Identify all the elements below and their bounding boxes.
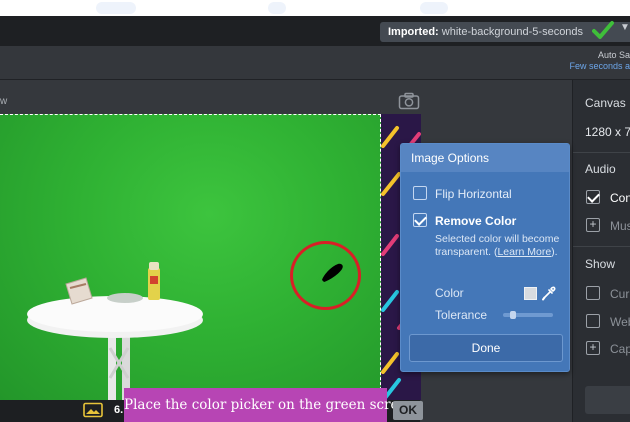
selection-border [0,114,381,115]
checkmark-icon [592,21,614,39]
toolbar [0,46,630,80]
autosave-time: Few seconds a [569,61,630,71]
top-strip [0,0,630,16]
remove-color-description: Selected color will become transparent. … [435,233,560,258]
properties-panel: Canvas 1280 x 72 Audio Con + Mus Show Cu… [572,80,630,422]
import-status-file: white-background-5-seconds [441,26,584,38]
plus-icon[interactable]: + [586,341,600,355]
header-bar: Imported: white-background-5-seconds [0,16,630,46]
audio-checkbox[interactable] [586,190,600,204]
learn-more-link[interactable]: Learn More [497,246,551,258]
show-checkbox[interactable] [586,286,600,300]
flip-horizontal-checkbox[interactable] [413,186,427,200]
divider [573,152,630,153]
color-swatch[interactable] [524,287,537,300]
panel-button[interactable] [585,386,630,414]
camera-icon[interactable] [398,92,420,110]
audio-item-label: Mus [610,219,630,233]
instruction-caption: Place the color picker on the green scre… [124,388,415,422]
tolerance-label: Tolerance [435,308,488,322]
show-item-label: Cap [610,342,630,356]
strip-decoration [420,2,448,14]
show-checkbox[interactable] [586,314,600,328]
canvas-heading: Canvas [585,96,626,110]
step-number: 6. [114,404,124,416]
flip-horizontal-label[interactable]: Flip Horizontal [435,187,512,201]
canvas-size-value[interactable]: 1280 x 72 [585,125,630,139]
selection-border [380,114,381,400]
import-status-prefix: Imported: [388,26,439,38]
color-label: Color [435,286,464,300]
show-heading: Show [585,257,616,271]
divider [573,246,630,247]
show-item-label: Web [610,315,630,329]
autosave-status: Auto Sa Few seconds a [569,50,630,72]
table-photo [27,262,203,400]
color-picker-cursor-icon [322,263,343,282]
chevron-down-icon[interactable]: ▼ [620,22,630,33]
popover-title: Image Options [401,144,569,172]
image-options-popover: Image Options Flip Horizontal Remove Col… [400,143,570,372]
audio-item-label: Con [610,191,630,205]
plus-icon[interactable]: + [586,218,600,232]
ok-button[interactable]: OK [393,401,423,420]
eyedropper-icon[interactable] [541,285,556,301]
media-image-icon[interactable] [83,402,103,418]
audio-heading: Audio [585,162,616,176]
strip-decoration [268,2,286,14]
autosave-label: Auto Sa [597,50,630,60]
remove-color-checkbox[interactable] [413,213,427,227]
show-item-label: Cur [610,287,630,301]
preview-label: w [0,96,8,107]
done-button[interactable]: Done [409,334,563,362]
strip-decoration [96,2,136,14]
remove-color-label[interactable]: Remove Color [435,214,516,228]
tolerance-slider-thumb[interactable] [509,311,516,319]
